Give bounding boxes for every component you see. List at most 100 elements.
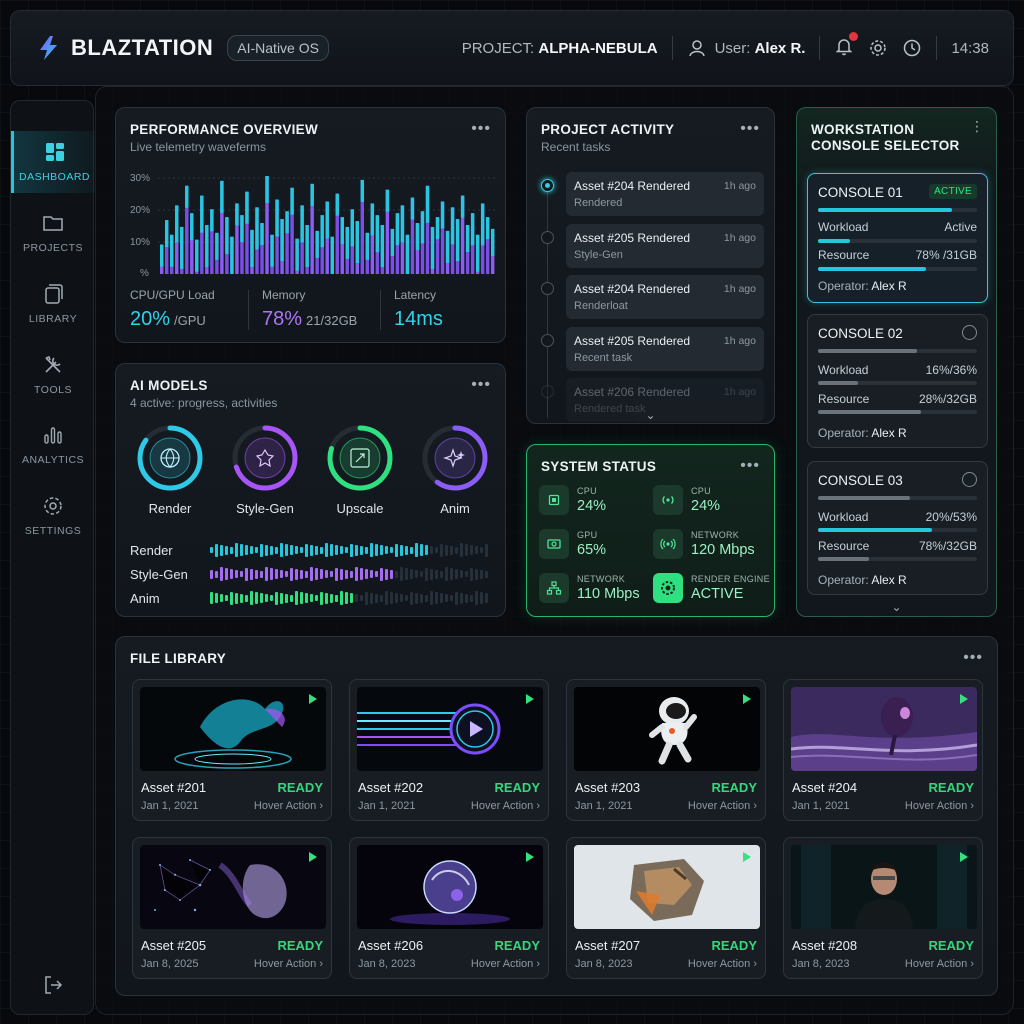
more-menu-icon[interactable]: ••• <box>740 457 760 475</box>
activity-bar <box>445 567 448 581</box>
model-ring-anim[interactable] <box>419 422 491 494</box>
activity-item[interactable]: Asset #204 Rendered Renderloat 1h ago <box>566 275 764 319</box>
console-radio[interactable] <box>962 325 977 340</box>
file-status: READY <box>711 780 757 795</box>
asset-thumbnail[interactable] <box>791 845 977 929</box>
status-value: 120 Mbps <box>691 542 755 558</box>
play-icon[interactable] <box>309 852 317 862</box>
sidebar-item-tools[interactable]: TOOLS <box>11 344 95 406</box>
more-menu-icon[interactable]: ••• <box>963 649 983 667</box>
asset-thumbnail[interactable] <box>140 687 326 771</box>
gear-icon[interactable] <box>868 38 888 58</box>
sidebar-item-library[interactable]: LIBRARY <box>11 273 95 335</box>
sidebar-item-dashboard[interactable]: DASHBOARD <box>11 131 95 193</box>
hover-action-link[interactable]: Hover Action › <box>471 800 540 812</box>
asset-thumbnail[interactable] <box>574 687 760 771</box>
file-card[interactable]: Asset #203 READY Jan 1, 2021 Hover Action › <box>566 679 766 821</box>
activity-bar <box>325 570 328 578</box>
activity-bar <box>405 568 408 580</box>
console-bar <box>818 208 977 212</box>
telemetry-chart: 30% 20% 10% % <box>130 173 496 279</box>
clock-icon[interactable] <box>902 38 922 58</box>
play-icon[interactable] <box>526 852 534 862</box>
play-icon[interactable] <box>743 694 751 704</box>
activity-item[interactable]: Asset #206 Rendered Rendered task 1h ago <box>566 378 764 422</box>
chevron-down-icon[interactable]: ⌄ <box>891 600 901 614</box>
play-icon[interactable] <box>309 694 317 704</box>
model-ring-render[interactable] <box>134 422 206 494</box>
play-icon[interactable] <box>960 694 968 704</box>
notifications-button[interactable] <box>834 32 859 60</box>
console-card-03[interactable]: CONSOLE 03 Workload 20%/53% Resource 78%/3… <box>807 461 988 595</box>
asset-thumbnail[interactable] <box>357 687 543 771</box>
sidebar-item-label: DASHBOARD <box>18 171 90 183</box>
activity-bar <box>335 594 338 602</box>
user-name: Alex R. <box>754 39 806 57</box>
more-vertical-icon[interactable]: ⋮ <box>970 118 984 135</box>
play-icon[interactable] <box>526 694 534 704</box>
hover-action-link[interactable]: Hover Action › <box>688 958 757 970</box>
hover-action-link[interactable]: Hover Action › <box>471 958 540 970</box>
file-card[interactable]: Asset #201 READY Jan 1, 2021 Hover Action › <box>132 679 332 821</box>
activity-item[interactable]: Asset #204 Rendered Rendered 1h ago <box>566 172 764 216</box>
panel-title: PERFORMANCE OVERVIEW <box>130 122 319 137</box>
file-card[interactable]: Asset #202 READY Jan 1, 2021 Hover Action › <box>349 679 549 821</box>
asset-thumbnail[interactable] <box>791 687 977 771</box>
hover-action-link[interactable]: Hover Action › <box>905 958 974 970</box>
console-card-01[interactable]: CONSOLE 01 ACTIVE Workload Active Resourc… <box>807 173 988 303</box>
panel-subtitle: 4 active: progress, activities <box>130 396 278 410</box>
telemetry-bar-cap <box>240 215 244 243</box>
play-icon[interactable] <box>743 852 751 862</box>
activity-bar <box>365 546 368 554</box>
activity-bar <box>435 569 438 579</box>
timeline-dot <box>541 385 554 398</box>
operator-label: Operator: <box>818 279 869 293</box>
telemetry-bar-cap <box>410 197 415 220</box>
sidebar-item-projects[interactable]: PROJECTS <box>11 202 95 264</box>
file-card[interactable]: Asset #206 READY Jan 8, 2023 Hover Action › <box>349 837 549 979</box>
activity-item[interactable]: Asset #205 Rendered Style-Gen 1h ago <box>566 223 764 268</box>
hover-action-link[interactable]: Hover Action › <box>254 958 323 970</box>
hover-action-link[interactable]: Hover Action › <box>688 800 757 812</box>
asset-thumbnail[interactable] <box>140 845 326 929</box>
model-ring-upscale[interactable] <box>324 422 396 494</box>
console-name: CONSOLE 02 <box>818 326 903 341</box>
project-indicator[interactable]: PROJECT: ALPHA-NEBULA <box>462 40 658 57</box>
activity-label: Style-Gen <box>130 566 188 582</box>
top-bar: BLAZTATION AI-Native OS PROJECT: ALPHA-N… <box>10 10 1014 86</box>
play-icon[interactable] <box>960 852 968 862</box>
asset-thumbnail[interactable] <box>574 845 760 929</box>
file-card[interactable]: Asset #205 READY Jan 8, 2025 Hover Action › <box>132 837 332 979</box>
console-card-02[interactable]: CONSOLE 02 Workload 16%/36% Resource 28%/3… <box>807 314 988 448</box>
activity-item[interactable]: Asset #205 Rendered Recent task 1h ago <box>566 326 764 371</box>
more-menu-icon[interactable]: ••• <box>740 120 760 138</box>
cpu-gpu-metric: CPU/GPU Load 20%/GPU <box>130 288 215 331</box>
file-card[interactable]: Asset #208 READY Jan 8, 2023 Hover Action › <box>783 837 983 979</box>
console-radio[interactable] <box>962 472 977 487</box>
logout-icon[interactable] <box>42 974 64 996</box>
activity-bars <box>210 543 488 557</box>
resource-bar <box>818 267 977 271</box>
model-ring-stylegen[interactable] <box>229 422 301 494</box>
asset-thumbnail[interactable] <box>357 845 543 929</box>
progress-ring <box>232 425 298 491</box>
chevron-down-icon[interactable]: ⌄ <box>645 408 655 422</box>
sidebar-item-label: LIBRARY <box>28 313 78 325</box>
file-card[interactable]: Asset #207 READY Jan 8, 2023 Hover Action › <box>566 837 766 979</box>
sidebar-item-analytics[interactable]: ANALYTICS <box>11 414 95 476</box>
more-menu-icon[interactable]: ••• <box>471 376 491 394</box>
status-value: 24% <box>577 498 607 514</box>
resource-value: 78% /31GB <box>915 248 977 262</box>
logo[interactable]: BLAZTATION <box>35 34 213 62</box>
file-card[interactable]: Asset #204 READY Jan 1, 2021 Hover Action › <box>783 679 983 821</box>
hover-action-link[interactable]: Hover Action › <box>905 800 974 812</box>
user-menu[interactable]: User: Alex R. <box>687 38 806 58</box>
more-menu-icon[interactable]: ••• <box>471 120 491 138</box>
hover-action-link[interactable]: Hover Action › <box>254 800 323 812</box>
activity-bar <box>375 571 378 577</box>
settings-icon <box>44 497 62 515</box>
activity-detail: Style-Gen <box>574 248 623 261</box>
sidebar-item-settings[interactable]: SETTINGS <box>11 485 95 547</box>
activity-bar <box>415 570 418 578</box>
metric-value: 14ms <box>394 308 443 330</box>
